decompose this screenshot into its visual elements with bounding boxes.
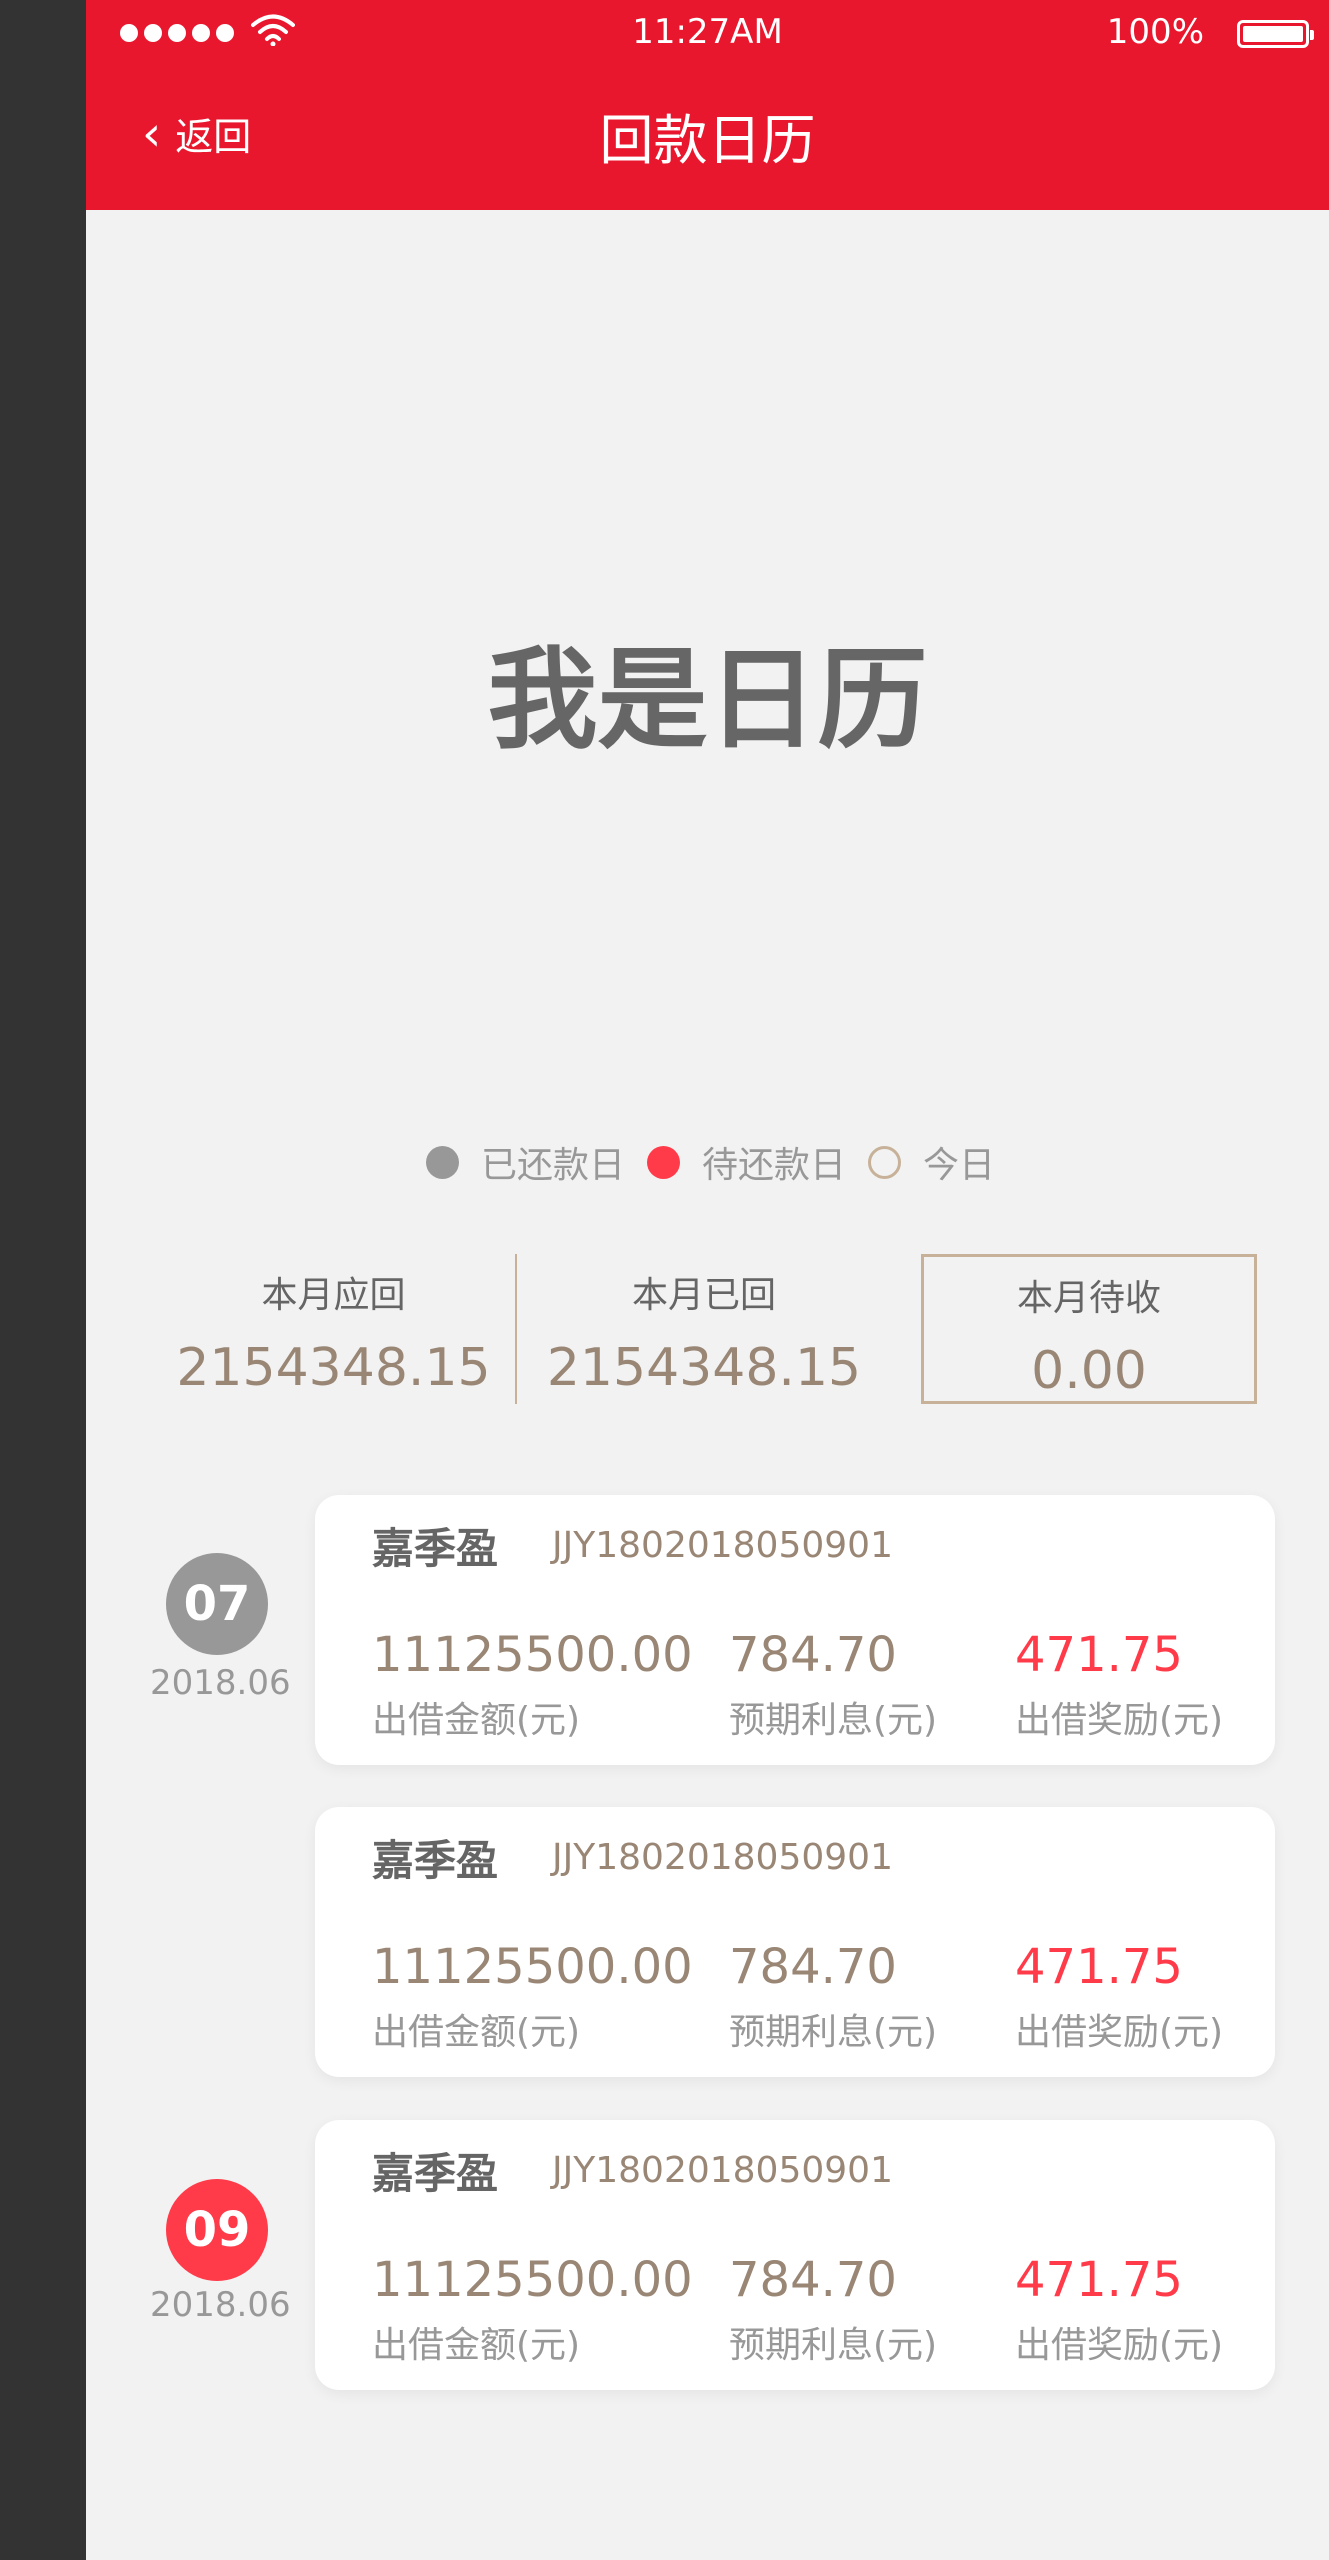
interest-value: 784.70 (729, 1627, 897, 1683)
summary-returned: 本月已回 2154348.15 (516, 1254, 892, 1404)
today-circle-icon (868, 1145, 902, 1179)
legend-today: 今日 (868, 1136, 995, 1188)
interest-column: 784.70 预期利息(元) (729, 1937, 999, 2055)
amount-label: 出借金额(元) (372, 2325, 581, 2366)
repayment-card[interactable]: 嘉季盈 JJY1802018050901 11125500.00 出借金额(元)… (315, 2120, 1275, 2390)
repayment-card[interactable]: 嘉季盈 JJY1802018050901 11125500.00 出借金额(元)… (315, 1495, 1275, 1765)
due-dot-icon (647, 1145, 681, 1179)
calendar-legend: 已还款日 待还款日 今日 (426, 1136, 1017, 1188)
reward-column: 471.75 出借奖励(元) (1015, 1625, 1261, 1743)
paid-dot-icon (426, 1145, 459, 1179)
product-name: 嘉季盈 (372, 1836, 499, 1885)
reward-label: 出借奖励(元) (1015, 2012, 1224, 2053)
date-day-badge: 07 (166, 1553, 268, 1655)
reward-column: 471.75 出借奖励(元) (1015, 1937, 1261, 2055)
month-summary: 本月应回 2154348.15 本月已回 2154348.15 本月待收 0.0… (152, 1254, 1263, 1404)
amount-label: 出借金额(元) (372, 2012, 581, 2053)
app-screen: 11:27AM 100% ‹ 返回 回款日历 我是日历 已还款日 待还款日 今日… (86, 0, 1329, 2560)
amount-column: 11125500.00 出借金额(元) (372, 1937, 693, 2055)
header: 11:27AM 100% ‹ 返回 回款日历 (86, 0, 1329, 210)
reward-column: 471.75 出借奖励(元) (1015, 2250, 1261, 2368)
date-day-badge: 09 (166, 2179, 268, 2281)
left-dark-strip (0, 0, 86, 2560)
legend-paid-label: 已还款日 (481, 1145, 626, 1186)
product-code: JJY1802018050901 (552, 1525, 893, 1566)
calendar-placeholder: 我是日历 (487, 636, 928, 764)
legend-due-label: 待还款日 (702, 1145, 847, 1186)
summary-value: 0.00 (1031, 1341, 1147, 1401)
reward-value: 471.75 (1015, 1939, 1183, 1995)
product-code: JJY1802018050901 (552, 1837, 893, 1878)
interest-label: 预期利息(元) (729, 1700, 938, 1741)
reward-label: 出借奖励(元) (1015, 2325, 1224, 2366)
amount-label: 出借金额(元) (372, 1700, 581, 1741)
product-name: 嘉季盈 (372, 2149, 499, 2198)
legend-due: 待还款日 (647, 1136, 846, 1188)
date-month: 2018.06 (150, 2285, 291, 2325)
summary-value: 2154348.15 (176, 1338, 491, 1398)
summary-due: 本月应回 2154348.15 (152, 1254, 515, 1404)
reward-value: 471.75 (1015, 1627, 1183, 1683)
reward-value: 471.75 (1015, 2252, 1183, 2308)
repayment-card[interactable]: 嘉季盈 JJY1802018050901 11125500.00 出借金额(元)… (315, 1807, 1275, 2077)
amount-column: 11125500.00 出借金额(元) (372, 2250, 693, 2368)
summary-value: 2154348.15 (546, 1338, 862, 1398)
battery-icon (1237, 20, 1314, 48)
summary-pending: 本月待收 0.00 (921, 1254, 1257, 1404)
amount-value: 11125500.00 (372, 2252, 693, 2308)
interest-column: 784.70 预期利息(元) (729, 2250, 999, 2368)
interest-column: 784.70 预期利息(元) (729, 1625, 999, 1743)
date-month: 2018.06 (150, 1663, 291, 1703)
interest-label: 预期利息(元) (729, 2012, 938, 2053)
summary-label: 本月应回 (261, 1275, 406, 1316)
amount-value: 11125500.00 (372, 1939, 693, 1995)
legend-paid: 已还款日 (426, 1136, 625, 1188)
reward-label: 出借奖励(元) (1015, 1700, 1224, 1741)
interest-label: 预期利息(元) (729, 2325, 938, 2366)
product-code: JJY1802018050901 (552, 2150, 893, 2191)
interest-value: 784.70 (729, 1939, 897, 1995)
legend-today-label: 今日 (923, 1145, 996, 1186)
amount-value: 11125500.00 (372, 1627, 693, 1683)
summary-label: 本月已回 (631, 1275, 776, 1316)
status-bar: 11:27AM 100% (86, 0, 1329, 68)
product-name: 嘉季盈 (372, 1524, 499, 1573)
battery-percentage: 100% (1106, 12, 1204, 52)
amount-column: 11125500.00 出借金额(元) (372, 1625, 693, 1743)
summary-label: 本月待收 (1016, 1278, 1161, 1319)
page-title: 回款日历 (599, 109, 816, 172)
interest-value: 784.70 (729, 2252, 897, 2308)
